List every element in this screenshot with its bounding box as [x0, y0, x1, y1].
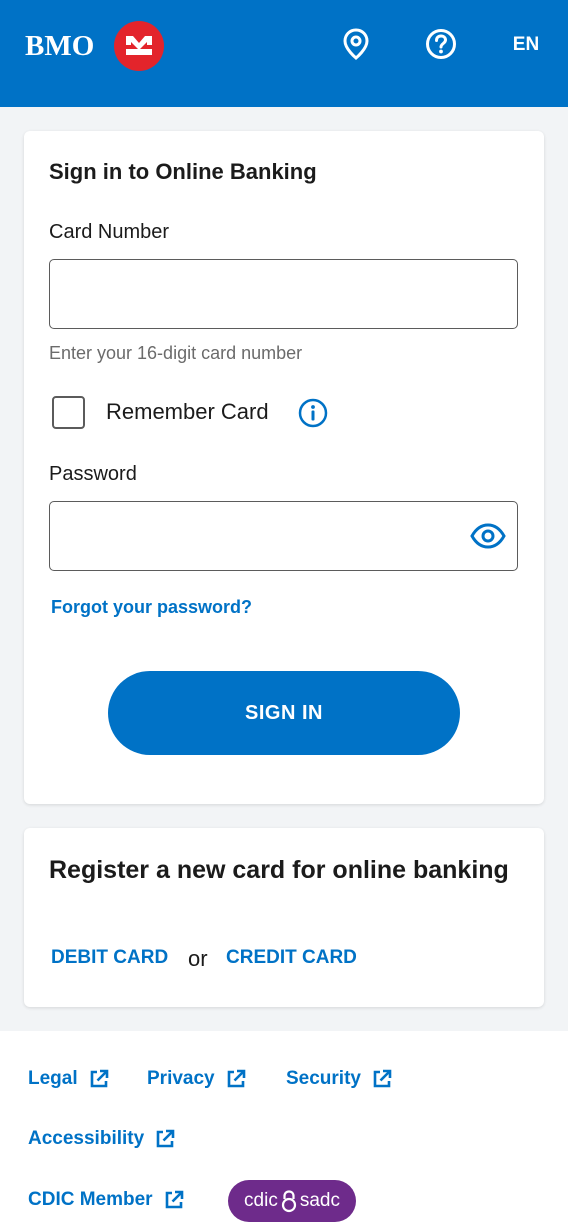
lock-icon	[281, 1190, 296, 1213]
info-icon[interactable]	[298, 398, 328, 428]
cdic-member-link[interactable]: CDIC Member	[28, 1185, 185, 1215]
privacy-link-label: Privacy	[147, 1068, 215, 1089]
cdic-sadc-badge[interactable]: cdic sadc	[228, 1180, 356, 1222]
security-link-label: Security	[286, 1068, 361, 1089]
signin-card: Sign in to Online Banking Card Number En…	[24, 131, 544, 804]
bmo-logo-text: BMO	[25, 30, 95, 62]
or-text: or	[188, 946, 208, 971]
remember-card-label: Remember Card	[106, 399, 269, 424]
credit-card-link[interactable]: CREDIT CARD	[226, 947, 357, 969]
help-circle-icon[interactable]	[425, 28, 457, 60]
external-link-icon	[156, 1129, 175, 1148]
bmo-roundel-logo-icon	[114, 21, 164, 71]
app-header: BMO EN	[0, 0, 568, 107]
external-link-icon	[227, 1069, 245, 1088]
cdic-member-link-label: CDIC Member	[28, 1189, 153, 1210]
remember-card-checkbox[interactable]	[52, 396, 85, 429]
cdic-badge-left-text: cdic	[244, 1190, 278, 1211]
location-pin-icon[interactable]	[340, 28, 372, 60]
privacy-link[interactable]: Privacy	[147, 1064, 247, 1094]
password-input[interactable]	[49, 501, 518, 571]
signin-title: Sign in to Online Banking	[49, 159, 317, 184]
external-link-icon	[90, 1069, 108, 1088]
legal-link-label: Legal	[28, 1068, 78, 1089]
card-number-label: Card Number	[49, 221, 170, 243]
password-label: Password	[49, 463, 137, 485]
card-number-input[interactable]	[49, 259, 518, 329]
register-card: Register a new card for online banking D…	[24, 828, 544, 1007]
external-link-icon	[165, 1190, 183, 1209]
signin-button[interactable]: SIGN IN	[108, 671, 460, 755]
accessibility-link[interactable]: Accessibility	[28, 1124, 176, 1154]
debit-card-link[interactable]: DEBIT CARD	[51, 947, 168, 969]
card-number-hint: Enter your 16-digit card number	[49, 343, 303, 363]
external-link-icon	[373, 1069, 392, 1088]
show-password-eye-icon[interactable]	[470, 522, 506, 550]
register-title: Register a new card for online banking	[49, 856, 509, 884]
security-link[interactable]: Security	[286, 1064, 393, 1094]
legal-link[interactable]: Legal	[28, 1064, 110, 1094]
accessibility-link-label: Accessibility	[28, 1128, 145, 1149]
language-toggle[interactable]: EN	[505, 30, 547, 60]
forgot-password-link[interactable]: Forgot your password?	[51, 597, 252, 618]
cdic-badge-right-text: sadc	[299, 1190, 340, 1211]
